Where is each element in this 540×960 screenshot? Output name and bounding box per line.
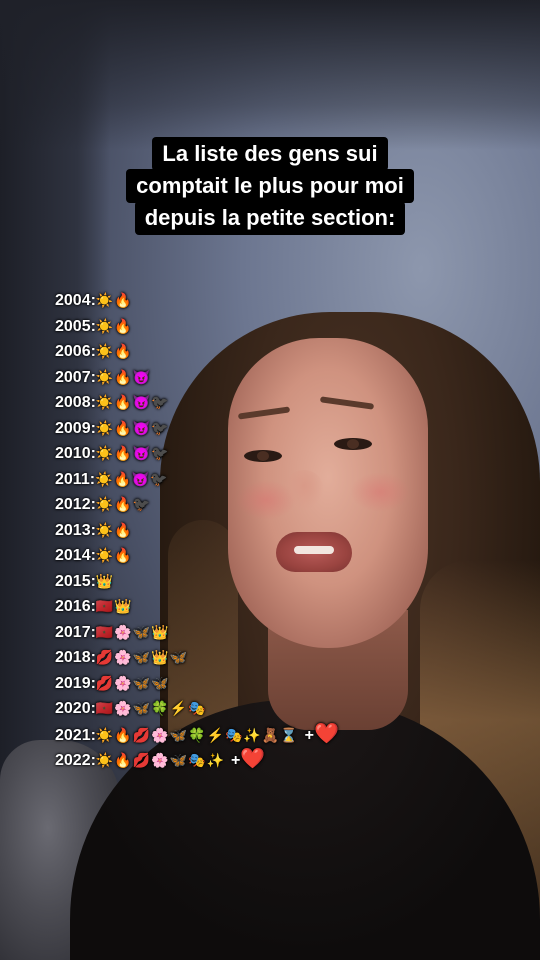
year-emojis: ☀️🔥😈🐦‍⬛ (95, 445, 170, 461)
year-row: 2013:☀️🔥 (55, 518, 415, 544)
ceiling-shadow (0, 0, 540, 150)
caption-block: La liste des gens sui comptait le plus p… (0, 137, 540, 235)
year-row: 2015:👑 (55, 569, 415, 595)
year-emojis: ☀️🔥 (95, 521, 133, 538)
year-label: 2007: (55, 368, 96, 386)
year-label: 2011: (55, 470, 96, 488)
year-label: 2013: (55, 521, 96, 539)
plus-sign: + (304, 726, 315, 744)
heart-icon: ❤️ (240, 748, 266, 770)
year-label: 2006: (55, 343, 96, 360)
year-row: 2008:☀️🔥😈🐦‍⬛ (55, 390, 415, 416)
year-emojis: ☀️🔥 (95, 343, 133, 359)
year-label: 2021: (55, 726, 96, 744)
year-row: 2022:☀️🔥💋🌸🦋🎭✨ +❤️ (55, 747, 415, 773)
year-row: 2006:☀️🔥 (55, 339, 415, 365)
year-row: 2007:☀️🔥😈 (55, 365, 415, 391)
year-emojis: 💋🌸🦋👑🦋 (95, 649, 189, 665)
year-emojis: ☀️🔥😈🐦‍⬛ (95, 394, 170, 410)
year-label: 2020: (55, 700, 96, 717)
year-emojis: ☀️🔥😈 (95, 368, 152, 385)
year-label: 2004: (55, 292, 96, 309)
year-emojis: ☀️🔥 (95, 317, 133, 334)
caption-line-3: depuis la petite section: (134, 201, 406, 235)
heart-icon: ❤️ (314, 722, 339, 745)
year-label: 2014: (55, 547, 96, 564)
year-row: 2014:☀️🔥 (55, 543, 415, 569)
caption-line-1: La liste des gens sui (152, 137, 388, 171)
caption-line-2: comptait le plus pour moi (126, 169, 414, 203)
video-frame: La liste des gens sui comptait le plus p… (0, 0, 540, 960)
year-row: 2019:💋🌸🦋🦋 (55, 671, 415, 697)
year-label: 2005: (55, 317, 96, 335)
year-row: 2012:☀️🔥🐦‍⬛ (55, 492, 415, 518)
plus-sign: + (230, 752, 241, 769)
year-emojis: 💋🌸🦋🦋 (95, 674, 170, 691)
year-emojis: ☀️🔥😈🐦‍⬛ (95, 419, 170, 436)
year-label: 2010: (55, 445, 96, 462)
year-row: 2021:☀️🔥💋🌸🦋🍀⚡🎭✨🧸⌛ +❤️ (55, 722, 415, 748)
year-label: 2012: (55, 496, 96, 513)
year-label: 2016: (55, 598, 96, 615)
year-row: 2017:🇲🇦🌸🦋👑 (55, 620, 415, 646)
year-row: 2005:☀️🔥 (55, 314, 415, 340)
year-emojis: 🇲🇦👑 (95, 598, 133, 614)
year-emojis: 🇲🇦🌸🦋🍀⚡🎭 (95, 700, 207, 716)
year-emojis: ☀️🔥😈🐦‍⬛ (95, 470, 169, 487)
year-row: 2018:💋🌸🦋👑🦋 (55, 645, 415, 671)
year-row: 2020:🇲🇦🌸🦋🍀⚡🎭 (55, 696, 415, 722)
year-label: 2015: (55, 572, 96, 590)
year-label: 2008: (55, 394, 96, 411)
year-emojis: ☀️🔥 (95, 547, 133, 563)
year-label: 2009: (55, 419, 96, 437)
year-emojis: 🇲🇦🌸🦋👑 (95, 623, 170, 640)
year-list: 2004:☀️🔥 2005:☀️🔥 2006:☀️🔥 2007:☀️🔥😈 2008:☀️… (55, 288, 415, 773)
year-row: 2009:☀️🔥😈🐦‍⬛ (55, 416, 415, 442)
year-row: 2011:☀️🔥😈🐦‍⬛ (55, 467, 415, 493)
year-emojis: ☀️🔥💋🌸🦋🎭✨ (95, 752, 225, 768)
year-label: 2019: (55, 674, 96, 692)
year-label: 2022: (55, 752, 96, 769)
year-row: 2010:☀️🔥😈🐦‍⬛ (55, 441, 415, 467)
year-label: 2017: (55, 623, 96, 641)
year-emojis: ☀️🔥🐦‍⬛ (95, 496, 152, 512)
year-emojis: ☀️🔥💋🌸🦋🍀⚡🎭✨🧸⌛ (95, 726, 299, 743)
year-row: 2016:🇲🇦👑 (55, 594, 415, 620)
year-emojis: 👑 (95, 572, 115, 589)
year-label: 2018: (55, 649, 96, 666)
year-row: 2004:☀️🔥 (55, 288, 415, 314)
year-emojis: ☀️🔥 (95, 292, 133, 308)
